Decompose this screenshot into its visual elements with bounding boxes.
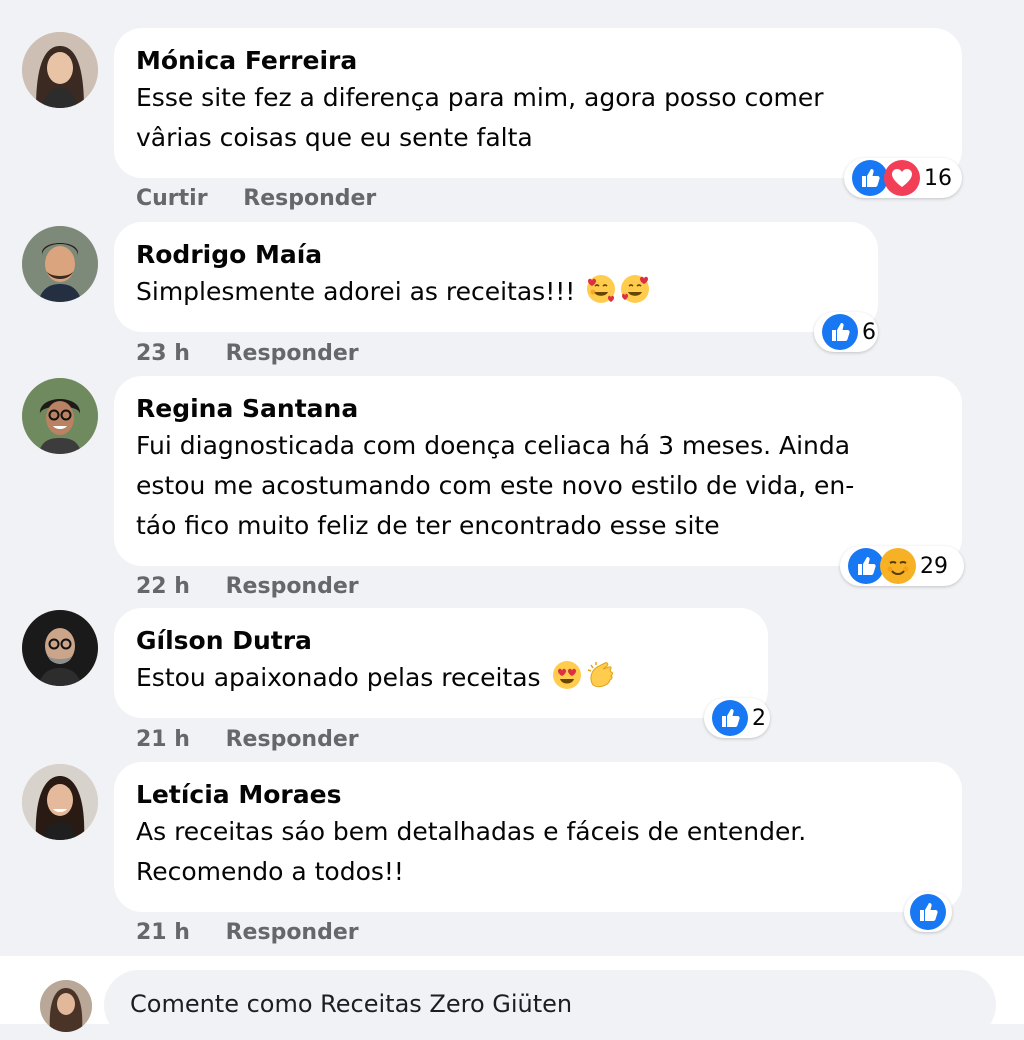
like-link[interactable]: Curtir [136, 186, 208, 211]
reaction-count: 29 [920, 553, 948, 579]
composer-avatar[interactable] [40, 980, 92, 1032]
reaction-summary[interactable]: 29 [840, 546, 964, 586]
avatar[interactable] [22, 378, 98, 454]
comment-author[interactable]: Rodrigo Maía [136, 238, 856, 272]
timestamp[interactable]: 22 h [136, 574, 190, 599]
comment-text: Simplesmente adorei as receitas!!! [136, 272, 856, 312]
comment-text-line: Recomendo a todos!! [136, 857, 404, 886]
comment-bubble: Mónica Ferreira Esse site fez a diferenç… [114, 28, 962, 178]
comment-actions: 22 h Responder [136, 574, 387, 599]
reply-link[interactable]: Responder [226, 920, 359, 945]
comment-actions: 23 h Responder [136, 341, 387, 366]
comment-text-line: táo fico muito feliz de ter encontrado e… [136, 511, 720, 540]
avatar[interactable] [22, 226, 98, 302]
comment-text-line: estou me acostumando com este novo estil… [136, 471, 855, 500]
comment-text-content: Estou apaixonado pelas receitas [136, 663, 541, 692]
heart-eyes-icon [551, 659, 583, 691]
comment-actions: 21 h Responder [136, 727, 387, 752]
comment-bubble: Regina Santana Fui diagnosticada com doe… [114, 376, 962, 566]
comment-text: As receitas sáo bem detalhadas e fáceis … [136, 812, 940, 892]
like-icon [852, 160, 888, 196]
avatar[interactable] [22, 610, 98, 686]
comment-bubble: Rodrigo Maía Simplesmente adorei as rece… [114, 222, 878, 332]
smiling-face-with-hearts-icon [585, 273, 617, 305]
comment-composer: Comente como Receitas Zero Giüten [0, 956, 1024, 1040]
clapping-hands-icon [585, 659, 617, 691]
reaction-summary[interactable]: 6 [814, 312, 878, 352]
comment-actions: 21 h Responder [136, 920, 387, 945]
comment-bubble: Letícia Moraes As receitas sáo bem detal… [114, 762, 962, 912]
reaction-summary[interactable]: 16 [844, 158, 962, 198]
like-icon [712, 700, 748, 736]
comment-text-line: Estou apaixonado pelas receitas [136, 658, 746, 698]
comment-text-line: Fui diagnosticada com doença celiaca há … [136, 431, 851, 460]
like-icon [822, 314, 858, 350]
comment-author[interactable]: Regina Santana [136, 392, 940, 426]
like-icon [910, 894, 946, 930]
reaction-count: 2 [752, 705, 766, 731]
comment-text: Fui diagnosticada com doença celiaca há … [136, 426, 940, 546]
timestamp[interactable]: 23 h [136, 341, 190, 366]
like-icon [848, 548, 884, 584]
comment-author[interactable]: Gílson Dutra [136, 624, 746, 658]
reply-link[interactable]: Responder [226, 574, 359, 599]
avatar[interactable] [22, 764, 98, 840]
reaction-count: 6 [862, 319, 876, 345]
comment-input[interactable]: Comente como Receitas Zero Giüten [104, 970, 996, 1040]
comment-text-line: Esse site fez a diferença para mim, agor… [136, 83, 824, 112]
comment-text-line: vârias coisas que eu sente falta [136, 123, 533, 152]
comment-author[interactable]: Mónica Ferreira [136, 44, 940, 78]
comment-text-content: Simplesmente adorei as receitas!!! [136, 277, 576, 306]
reply-link[interactable]: Responder [226, 341, 359, 366]
comment-actions: Curtir Responder [136, 186, 404, 211]
reaction-summary[interactable] [904, 892, 952, 932]
reaction-count: 16 [924, 165, 952, 191]
comment-text: Estou apaixonado pelas receitas [136, 658, 746, 698]
smiling-face-with-hearts-icon [619, 273, 651, 305]
care-face-icon [880, 548, 916, 584]
comment-text-line: Simplesmente adorei as receitas!!! [136, 272, 856, 312]
comment-text: Esse site fez a diferença para mim, agor… [136, 78, 940, 158]
avatar[interactable] [22, 32, 98, 108]
reaction-summary[interactable]: 2 [704, 698, 770, 738]
timestamp[interactable]: 21 h [136, 727, 190, 752]
love-icon [884, 160, 920, 196]
comment-bubble: Gílson Dutra Estou apaixonado pelas rece… [114, 608, 768, 718]
comment-text-line: As receitas sáo bem detalhadas e fáceis … [136, 817, 807, 846]
comment-author[interactable]: Letícia Moraes [136, 778, 940, 812]
reply-link[interactable]: Responder [226, 727, 359, 752]
timestamp[interactable]: 21 h [136, 920, 190, 945]
reply-link[interactable]: Responder [243, 186, 376, 211]
